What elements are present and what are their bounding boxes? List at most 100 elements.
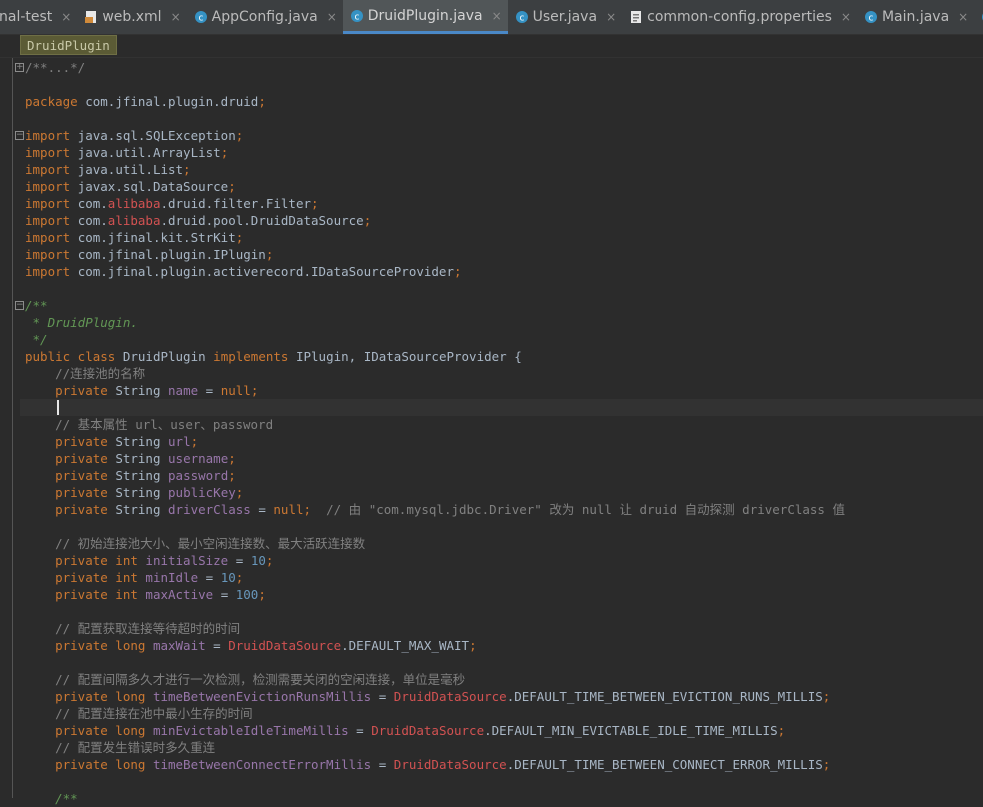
editor-tab[interactable]: c DruidPlugin.java ×: [342, 0, 508, 34]
code-line[interactable]: private int initialSize = 10;: [25, 552, 845, 569]
code-token: import: [25, 264, 71, 279]
code-line[interactable]: import com.alibaba.druid.filter.Filter;: [25, 195, 845, 212]
tab-close-icon[interactable]: ×: [61, 10, 71, 24]
editor-tab[interactable]: cH: [974, 0, 983, 34]
tab-close-icon[interactable]: ×: [841, 10, 851, 24]
code-token: ;: [265, 247, 274, 262]
code-line[interactable]: // 配置连接在池中最小生存的时间: [25, 705, 845, 722]
code-line[interactable]: */: [25, 331, 845, 348]
code-line[interactable]: // 配置发生错误时多久重连: [25, 739, 845, 756]
code-line[interactable]: [25, 603, 845, 620]
code-line[interactable]: // 配置获取连接等待超时的时间: [25, 620, 845, 637]
code-token: ;: [228, 179, 236, 194]
code-line[interactable]: [25, 654, 845, 671]
editor-tab[interactable]: common-config.properties ×: [622, 0, 857, 34]
code-token: .DEFAULT_TIME_BETWEEN_CONNECT_ERROR_MILL…: [506, 757, 823, 772]
code-line[interactable]: import com.jfinal.plugin.IPlugin;: [25, 246, 845, 263]
tab-close-icon[interactable]: ×: [492, 9, 502, 23]
code-token: IPlugin, IDataSourceProvider {: [295, 349, 522, 364]
code-line[interactable]: private long maxWait = DruidDataSource.D…: [25, 637, 845, 654]
code-line[interactable]: private String driverClass = null; // 由 …: [25, 501, 845, 518]
code-token: null;: [220, 383, 259, 398]
code-line[interactable]: import java.util.ArrayList;: [25, 144, 845, 161]
code-line[interactable]: import java.util.List;: [25, 161, 845, 178]
code-editor[interactable]: /**...*/ package com.jfinal.plugin.druid;…: [25, 59, 845, 807]
code-line[interactable]: import com.jfinal.plugin.activerecord.ID…: [25, 263, 845, 280]
code-token: com.jfinal.plugin.IPlugin: [77, 247, 266, 262]
code-token: String: [115, 502, 161, 517]
tab-close-icon[interactable]: ×: [958, 10, 968, 24]
code-token: .druid.filter.Filter: [160, 196, 311, 211]
fold-collapse-icon[interactable]: −: [15, 131, 24, 140]
code-token: */: [25, 332, 48, 347]
code-line[interactable]: import com.alibaba.druid.pool.DruidDataS…: [25, 212, 845, 229]
code-token: ;: [777, 723, 786, 738]
code-token: DruidDataSource: [371, 723, 485, 738]
tab-close-icon[interactable]: ×: [606, 10, 616, 24]
code-line[interactable]: [25, 518, 845, 535]
code-token: java.sql.SQLException: [77, 128, 236, 143]
code-line[interactable]: /**: [25, 297, 845, 314]
code-token: String: [115, 434, 161, 449]
code-line[interactable]: package com.jfinal.plugin.druid;: [25, 93, 845, 110]
code-line[interactable]: import com.jfinal.kit.StrKit;: [25, 229, 845, 246]
code-token: ;: [311, 196, 319, 211]
code-line[interactable]: [25, 280, 845, 297]
code-token: /**...*/: [25, 60, 86, 75]
code-line[interactable]: [25, 76, 845, 93]
code-token: private long: [25, 723, 146, 738]
code-line[interactable]: /**: [25, 790, 845, 807]
editor-tab[interactable]: c Main.java ×: [857, 0, 974, 34]
text-caret: [57, 400, 59, 415]
fold-collapse-icon[interactable]: −: [15, 301, 24, 310]
editor-tab[interactable]: c AppConfig.java ×: [187, 0, 343, 34]
code-line[interactable]: // 初始连接池大小、最小空闲连接数、最大活跃连接数: [25, 535, 845, 552]
code-line[interactable]: [25, 399, 845, 416]
code-line[interactable]: private long minEvictableIdleTimeMillis …: [25, 722, 845, 739]
code-line[interactable]: private String username;: [25, 450, 845, 467]
code-token: import: [25, 179, 71, 194]
code-token: name: [168, 383, 199, 398]
code-token: ;: [190, 434, 199, 449]
tab-close-icon[interactable]: ×: [171, 10, 181, 24]
code-line[interactable]: // 配置间隔多久才进行一次检测，检测需要关闭的空闲连接，单位是毫秒: [25, 671, 845, 688]
code-line[interactable]: private int minIdle = 10;: [25, 569, 845, 586]
code-line[interactable]: private int maxActive = 100;: [25, 586, 845, 603]
code-token: com.jfinal.plugin.activerecord.IDataSour…: [77, 264, 454, 279]
code-line[interactable]: //连接池的名称: [25, 365, 845, 382]
tab-close-icon[interactable]: ×: [327, 10, 337, 24]
breadcrumb[interactable]: DruidPlugin: [20, 35, 117, 55]
code-token: // 配置获取连接等待超时的时间: [25, 621, 241, 636]
code-line[interactable]: private long timeBetweenEvictionRunsMill…: [25, 688, 845, 705]
code-token: String: [115, 451, 161, 466]
code-line[interactable]: private String publicKey;: [25, 484, 845, 501]
code-line[interactable]: public class DruidPlugin implements IPlu…: [25, 348, 845, 365]
editor-tab[interactable]: c User.java ×: [508, 0, 622, 34]
code-line[interactable]: private String password;: [25, 467, 845, 484]
code-token: alibaba: [107, 213, 161, 228]
code-line[interactable]: * DruidPlugin.: [25, 314, 845, 331]
fold-expand-icon[interactable]: +: [15, 63, 24, 72]
code-token: ;: [265, 553, 274, 568]
code-token: import: [25, 196, 71, 211]
code-token: java.util.ArrayList: [77, 145, 221, 160]
code-token: DruidDataSource: [393, 689, 507, 704]
code-line[interactable]: private String url;: [25, 433, 845, 450]
code-line[interactable]: private long timeBetweenConnectErrorMill…: [25, 756, 845, 773]
code-line[interactable]: private String name = null;: [25, 382, 845, 399]
code-token: initialSize: [145, 553, 229, 568]
code-line[interactable]: // 基本属性 url、user、password: [25, 416, 845, 433]
code-line[interactable]: import javax.sql.DataSource;: [25, 178, 845, 195]
code-line[interactable]: [25, 110, 845, 127]
code-line[interactable]: [25, 773, 845, 790]
code-line[interactable]: /**...*/: [25, 59, 845, 76]
code-token: username: [168, 451, 229, 466]
code-token: // 配置连接在池中最小生存的时间: [25, 706, 253, 721]
editor-tab[interactable]: nal-test ×: [0, 0, 77, 34]
editor-tab[interactable]: web.xml ×: [77, 0, 186, 34]
code-token: ;: [363, 213, 372, 228]
code-line[interactable]: import java.sql.SQLException;: [25, 127, 845, 144]
code-token: minEvictableIdleTimeMillis: [152, 723, 349, 738]
code-token: String: [115, 485, 161, 500]
